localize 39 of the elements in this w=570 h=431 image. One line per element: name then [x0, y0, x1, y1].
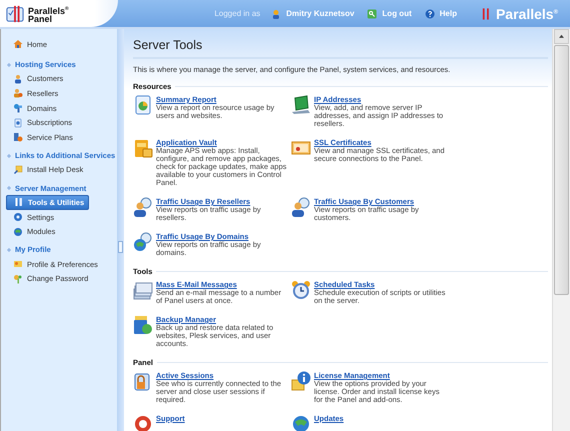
- folder-arrow-icon: [133, 315, 153, 335]
- product-logo: Parallels$^{®}$: [28, 4, 69, 14]
- alarm-clock-icon: [291, 280, 311, 300]
- people-icon: [13, 88, 23, 98]
- scrollbar[interactable]: [552, 29, 570, 431]
- diamond-icon: [6, 62, 12, 68]
- product-name: Panel: [28, 14, 52, 22]
- gear-icon: [13, 212, 23, 222]
- person-clock-icon: [133, 197, 153, 217]
- collapse-handle[interactable]: [118, 241, 123, 253]
- globe-icon: [291, 414, 311, 431]
- logged-in-label: Logged in as: [214, 9, 260, 18]
- person-icon: [13, 74, 23, 84]
- user-icon: [271, 8, 282, 18]
- modules-icon: [13, 226, 23, 237]
- person-clock-icon: [291, 197, 311, 217]
- house-icon: [13, 39, 23, 50]
- envelope-stack-icon: [133, 280, 153, 300]
- monitor-icon: [291, 95, 311, 115]
- up-arrow-icon: [558, 33, 565, 40]
- page-title: Server Tools: [133, 38, 548, 59]
- globe-clock-icon: [133, 232, 153, 252]
- diamond-icon: [6, 246, 12, 253]
- lifebuoy-icon: [133, 414, 153, 431]
- scroll-up-button[interactable]: [554, 29, 569, 44]
- report-icon: [133, 95, 153, 115]
- diamond-icon: [6, 185, 12, 192]
- logo-icon: [6, 4, 24, 22]
- diamond-icon: [6, 152, 12, 159]
- brand-logo: Parallels$^{®}$: [496, 6, 558, 22]
- cabinet-icon: [133, 138, 153, 158]
- plans-icon: [13, 132, 23, 142]
- profile-icon: [13, 259, 23, 270]
- splitter[interactable]: [117, 29, 124, 431]
- document-icon: [13, 118, 23, 128]
- info-icon: [291, 371, 311, 391]
- help-icon: [424, 8, 435, 18]
- helpdesk-icon: [13, 164, 23, 175]
- scroll-thumb[interactable]: [554, 45, 569, 295]
